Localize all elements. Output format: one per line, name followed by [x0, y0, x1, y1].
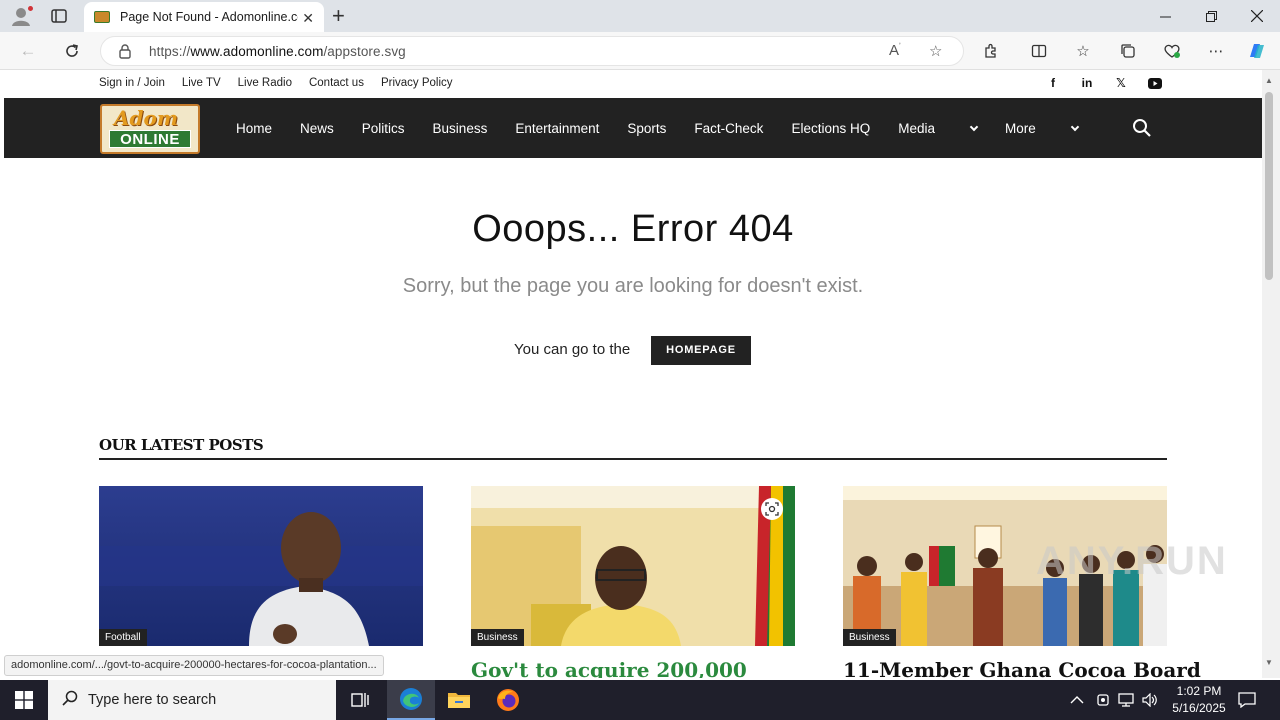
tab-title: Page Not Found - Adomonline.com	[120, 10, 298, 24]
homepage-button[interactable]: HOMEPAGE	[651, 336, 751, 365]
signin-link[interactable]: Sign in / Join	[99, 77, 165, 89]
error-title: Ooops... Error 404	[472, 208, 794, 250]
latest-posts-heading: OUR LATEST POSTS	[99, 436, 264, 454]
nav-more[interactable]: More	[1005, 120, 1080, 136]
nav-sports[interactable]: Sports	[627, 121, 666, 136]
taskbar-search-box[interactable]: Type here to search	[48, 680, 336, 720]
facebook-icon[interactable]: f	[1046, 76, 1060, 90]
nav-home[interactable]: Home	[236, 121, 272, 136]
privacy-policy-link[interactable]: Privacy Policy	[381, 77, 453, 89]
logo-text-top: Adom	[114, 106, 179, 130]
settings-more-icon[interactable]: ⋯	[1205, 40, 1227, 62]
meet-now-icon[interactable]	[1096, 680, 1110, 720]
tab-actions-icon[interactable]	[50, 7, 68, 25]
notification-dot	[27, 5, 34, 12]
favorites-icon[interactable]: ☆	[1072, 40, 1094, 62]
taskbar-search-placeholder: Type here to search	[88, 692, 217, 708]
nav-politics[interactable]: Politics	[362, 121, 405, 136]
extensions-icon[interactable]	[980, 40, 1002, 62]
browser-toolbar: ← https://www.adomonline.com/appstore.sv…	[0, 32, 1280, 70]
collections-icon[interactable]	[1117, 40, 1139, 62]
link-status-bar: adomonline.com/.../govt-to-acquire-20000…	[4, 655, 384, 676]
notifications-icon[interactable]	[1238, 680, 1256, 720]
clock-date: 5/16/2025	[1172, 701, 1226, 715]
restore-button[interactable]	[1188, 0, 1234, 32]
network-icon[interactable]	[1118, 680, 1134, 720]
nav-media-label: Media	[898, 120, 935, 136]
new-tab-button[interactable]: +	[332, 3, 345, 29]
url-text[interactable]: https://www.adomonline.com/appstore.svg	[149, 44, 406, 59]
post-card-image[interactable]: Business	[471, 486, 795, 646]
browser-essentials-icon[interactable]	[1161, 40, 1183, 62]
web-page: Sign in / Join Live TV Live Radio Contac…	[4, 70, 1262, 678]
category-badge[interactable]: Business	[843, 629, 896, 646]
scroll-down-arrow-icon[interactable]: ▼	[1265, 658, 1273, 667]
minimize-button[interactable]	[1142, 0, 1188, 32]
site-favicon	[94, 11, 110, 23]
refresh-icon[interactable]	[62, 41, 82, 61]
contact-link[interactable]: Contact us	[309, 77, 364, 89]
close-window-button[interactable]	[1234, 0, 1280, 32]
favorite-star-icon[interactable]: ☆	[929, 42, 942, 60]
nav-elections-hq[interactable]: Elections HQ	[791, 121, 870, 136]
firefox-icon[interactable]	[484, 680, 532, 720]
profile-icon[interactable]	[10, 5, 34, 27]
post-title[interactable]: Gov't to acquire 200,000	[471, 658, 747, 678]
address-bar[interactable]: https://www.adomonline.com/appstore.svg …	[100, 36, 964, 66]
site-top-bar: Sign in / Join Live TV Live Radio Contac…	[4, 70, 1262, 98]
scrollbar-thumb[interactable]	[1265, 92, 1273, 280]
windows-start-icon[interactable]	[0, 680, 48, 720]
x-icon[interactable]: 𝕏	[1114, 76, 1128, 90]
volume-icon[interactable]	[1142, 680, 1158, 720]
read-aloud-icon[interactable]: Aʼ	[889, 42, 901, 59]
goto-text: You can go to the	[514, 341, 631, 358]
category-badge[interactable]: Football	[99, 629, 147, 646]
nav-fact-check[interactable]: Fact-Check	[694, 121, 763, 136]
split-screen-icon[interactable]	[1028, 40, 1050, 62]
file-explorer-icon[interactable]	[435, 680, 483, 720]
live-radio-link[interactable]: Live Radio	[238, 77, 292, 89]
search-icon	[62, 690, 78, 711]
youtube-icon[interactable]	[1148, 76, 1162, 90]
edge-browser-icon[interactable]	[387, 680, 435, 720]
close-tab-icon[interactable]: ✕	[302, 10, 314, 27]
scroll-up-arrow-icon[interactable]: ▲	[1265, 76, 1273, 85]
show-hidden-icons-chevron-icon[interactable]	[1070, 680, 1084, 720]
post-title[interactable]: 11-Member Ghana Cocoa Board	[843, 658, 1201, 678]
browser-tab-bar: Page Not Found - Adomonline.com ✕ +	[0, 0, 1280, 32]
watermark-logo: ANY.RUN	[1036, 539, 1228, 583]
nav-business[interactable]: Business	[433, 121, 488, 136]
visual-search-icon[interactable]	[761, 498, 783, 520]
nav-media[interactable]: Media	[898, 120, 979, 136]
main-navigation: Adom ONLINE Home News Politics Business …	[4, 98, 1262, 158]
chevron-down-icon	[1070, 122, 1080, 131]
nav-entertainment[interactable]: Entertainment	[515, 121, 599, 136]
page-scrollbar[interactable]: ▲ ▼	[1262, 70, 1280, 678]
site-logo[interactable]: Adom ONLINE	[100, 104, 200, 154]
task-view-icon[interactable]	[336, 680, 384, 720]
browser-tab-active[interactable]: Page Not Found - Adomonline.com ✕	[84, 2, 324, 32]
linkedin-icon[interactable]: in	[1080, 76, 1094, 90]
copilot-icon[interactable]	[1246, 40, 1268, 62]
category-badge[interactable]: Business	[471, 629, 524, 646]
post-card-image[interactable]: Football	[99, 486, 423, 646]
clock-time: 1:02 PM	[1176, 684, 1222, 698]
lock-icon[interactable]	[119, 44, 131, 64]
back-icon[interactable]: ←	[18, 41, 38, 61]
error-subtitle: Sorry, but the page you are looking for …	[402, 275, 864, 297]
chevron-down-icon	[969, 122, 979, 131]
nav-news[interactable]: News	[300, 121, 334, 136]
live-tv-link[interactable]: Live TV	[182, 77, 221, 89]
nav-more-label: More	[1005, 120, 1036, 136]
latest-posts-header: OUR LATEST POSTS	[99, 436, 1167, 460]
search-icon[interactable]	[1132, 118, 1152, 138]
windows-taskbar: Type here to search 1:02 PM 5/16/2025	[0, 680, 1280, 720]
logo-text-bottom: ONLINE	[109, 130, 191, 148]
taskbar-clock[interactable]: 1:02 PM 5/16/2025	[1160, 683, 1238, 717]
